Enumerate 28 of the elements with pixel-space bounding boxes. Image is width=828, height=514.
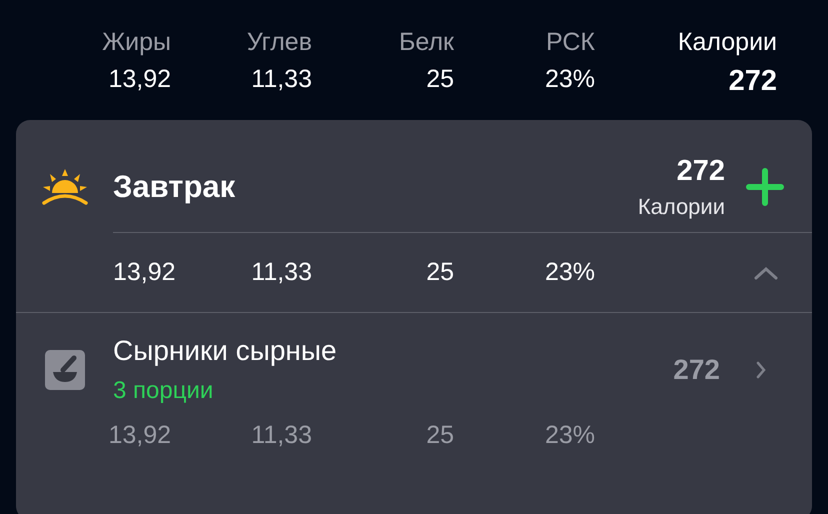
collapse-toggle[interactable] [754, 266, 778, 280]
meal-calories: 272 [676, 154, 725, 188]
macro-value: 11,33 [250, 258, 312, 287]
macro-value: 23% [544, 420, 595, 450]
food-calories: 272 [673, 354, 720, 386]
add-button[interactable] [745, 167, 785, 207]
mortar-icon [45, 350, 85, 390]
summary-value: 11,33 [251, 65, 312, 94]
summary-value: 13,92 [108, 65, 171, 94]
macro-value: 13,92 [107, 420, 171, 450]
summary-label: Углев [246, 28, 312, 57]
macro-value: 25 [425, 258, 454, 287]
meal-calories-label: Калории [638, 194, 725, 220]
summary-label: РСК [546, 28, 595, 57]
summary-label: Калории [678, 28, 777, 57]
portion-count: 3 порции [113, 377, 214, 405]
sunrise-icon [40, 167, 90, 207]
summary-value: 23% [544, 65, 595, 94]
summary-label: Белк [398, 28, 454, 57]
meal-title: Завтрак [113, 169, 236, 205]
summary-value: 272 [728, 65, 777, 98]
summary-value: 25 [426, 65, 454, 94]
summary-label: Жиры [102, 28, 171, 57]
macro-value: 11,33 [250, 420, 312, 450]
chevron-right-icon[interactable] [756, 361, 766, 379]
macro-value: 23% [544, 258, 595, 287]
food-name: Сырники сырные [113, 335, 338, 367]
macro-value: 25 [425, 420, 454, 450]
